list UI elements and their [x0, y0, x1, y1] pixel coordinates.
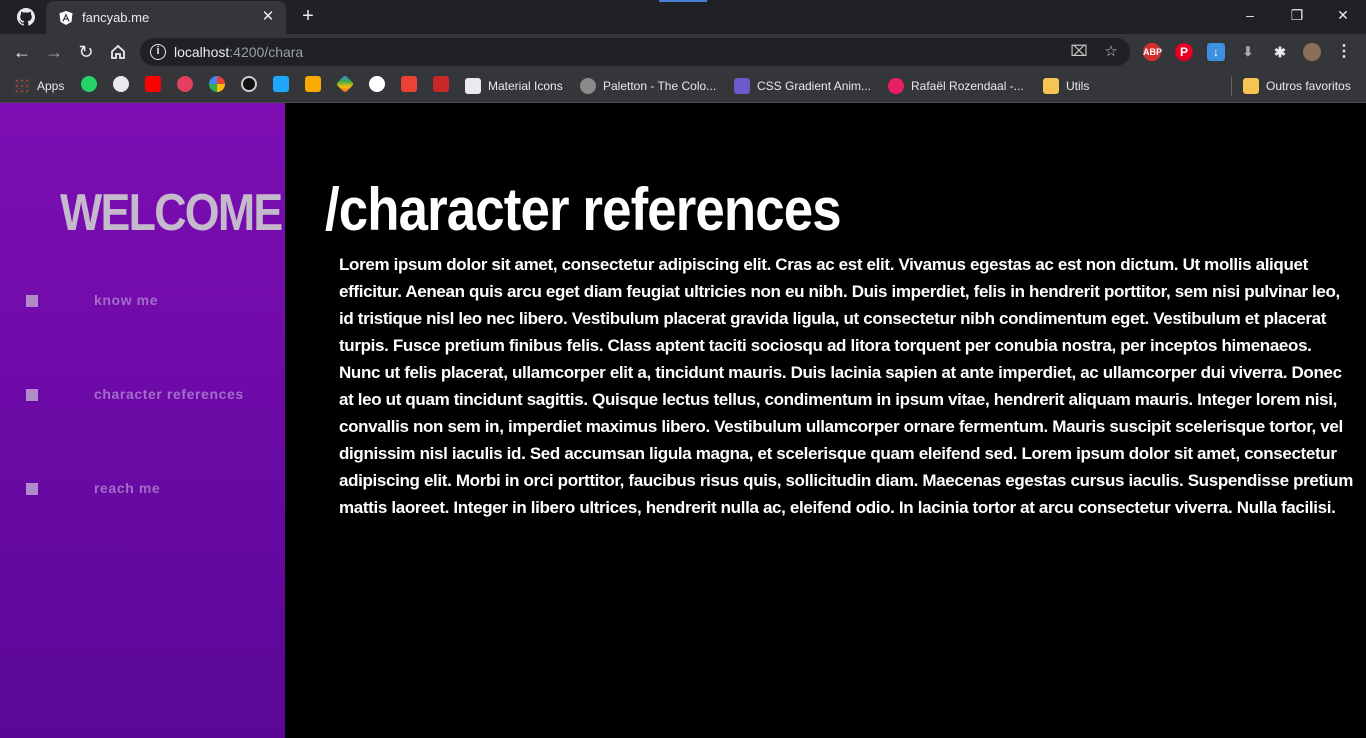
- tab-strip: fancyab.me ✕ + – ❐ ✕: [0, 0, 1366, 34]
- new-tab-icon[interactable]: +: [298, 6, 318, 26]
- welcome-title: WELCOME: [60, 184, 283, 242]
- sidebar-item-label: reach me: [94, 480, 161, 496]
- youtube-icon[interactable]: [145, 76, 161, 92]
- speedometer-icon[interactable]: [241, 76, 257, 92]
- translate-icon[interactable]: ⌧: [1070, 43, 1088, 61]
- close-tab-icon[interactable]: ✕: [260, 9, 276, 25]
- tab-title: fancyab.me: [82, 10, 150, 25]
- folder-icon: [1043, 78, 1059, 94]
- square-bullet-icon: [26, 295, 38, 307]
- whatsapp-icon[interactable]: [81, 76, 97, 92]
- sidebar-item-character-references[interactable]: character references: [0, 380, 285, 410]
- sidebar: WELCOME know me character references rea…: [0, 103, 285, 738]
- bookmark-material-icons[interactable]: Material Icons: [465, 77, 563, 95]
- folder-icon: [1243, 78, 1259, 94]
- github-icon[interactable]: [14, 6, 38, 28]
- bookmark-label: CSS Gradient Anim...: [757, 79, 872, 93]
- download-extension-icon[interactable]: ↓: [1207, 43, 1225, 61]
- os-icon[interactable]: [433, 76, 449, 92]
- sidebar-item-reach-me[interactable]: reach me: [0, 474, 285, 504]
- gmail-like-icon[interactable]: [177, 76, 193, 92]
- material-icons-icon: [465, 78, 481, 94]
- sidebar-item-know-me[interactable]: know me: [0, 286, 285, 316]
- github-bookmark-icon[interactable]: [113, 76, 129, 92]
- main-content: /character references Lorem ipsum dolor …: [285, 103, 1366, 738]
- sidebar-item-label: character references: [94, 386, 244, 402]
- reload-icon[interactable]: ↻: [75, 41, 97, 63]
- bookmark-label: Rafaël Rozendaal -...: [911, 79, 1024, 93]
- paletton-icon: [580, 78, 596, 94]
- body-paragraph: Lorem ipsum dolor sit amet, consectetur …: [339, 255, 1353, 517]
- address-bar[interactable]: i localhost:4200/chara ⌧ ☆: [140, 38, 1130, 66]
- css-gradient-icon: [734, 78, 750, 94]
- site-info-icon[interactable]: i: [150, 44, 166, 60]
- angular-icon: [58, 10, 74, 26]
- square-bullet-icon: [26, 389, 38, 401]
- rozendaal-icon: [888, 78, 904, 94]
- m-logo-icon[interactable]: [273, 76, 289, 92]
- apps-grid-icon: [14, 78, 30, 94]
- profile-avatar[interactable]: [1303, 43, 1321, 61]
- downloads-icon[interactable]: ⬇: [1239, 43, 1257, 61]
- bookmark-label: Outros favoritos: [1266, 79, 1351, 93]
- google-photos-icon[interactable]: [209, 76, 225, 92]
- bookmark-label: Apps: [37, 79, 65, 93]
- bookmarks-separator: [1231, 76, 1232, 96]
- menu-kebab-icon[interactable]: ⋮: [1335, 43, 1353, 61]
- keep-icon[interactable]: [305, 76, 321, 92]
- url-text[interactable]: localhost:4200/chara: [174, 44, 303, 60]
- minimize-icon[interactable]: –: [1235, 4, 1265, 26]
- bookmark-label: Material Icons: [488, 79, 563, 93]
- bookmark-apps[interactable]: Apps: [14, 77, 64, 95]
- bookmark-star-icon[interactable]: ☆: [1102, 43, 1120, 61]
- close-window-icon[interactable]: ✕: [1328, 4, 1358, 26]
- bookmark-label: Utils: [1066, 79, 1090, 93]
- forward-icon[interactable]: →: [43, 41, 65, 63]
- cs-icon[interactable]: [369, 76, 385, 92]
- page-title: /character references: [325, 176, 842, 243]
- bookmark-rozendaal[interactable]: Rafaël Rozendaal -...: [888, 77, 1024, 95]
- pinterest-icon[interactable]: P: [1175, 43, 1193, 61]
- bookmark-css-gradient[interactable]: CSS Gradient Anim...: [734, 77, 871, 95]
- sidebar-item-label: know me: [94, 292, 159, 308]
- bookmark-utils[interactable]: Utils: [1043, 77, 1089, 95]
- gmail-icon[interactable]: [401, 76, 417, 92]
- square-bullet-icon: [26, 483, 38, 495]
- bookmark-paletton[interactable]: Paletton - The Colo...: [580, 77, 716, 95]
- browser-toolbar: ← → ↻ i localhost:4200/chara ⌧ ☆ ABP P ↓…: [0, 34, 1366, 70]
- back-icon[interactable]: ←: [11, 41, 33, 63]
- bookmark-label: Paletton - The Colo...: [603, 79, 717, 93]
- restore-icon[interactable]: ❐: [1282, 4, 1312, 26]
- adblock-icon[interactable]: ABP: [1143, 43, 1162, 61]
- active-tab[interactable]: fancyab.me ✕: [46, 1, 286, 34]
- bookmark-other-favorites[interactable]: Outros favoritos: [1243, 77, 1351, 95]
- drag-indicator: [659, 0, 707, 2]
- home-icon[interactable]: [107, 41, 129, 63]
- extensions-puzzle-icon[interactable]: ✱: [1271, 43, 1289, 61]
